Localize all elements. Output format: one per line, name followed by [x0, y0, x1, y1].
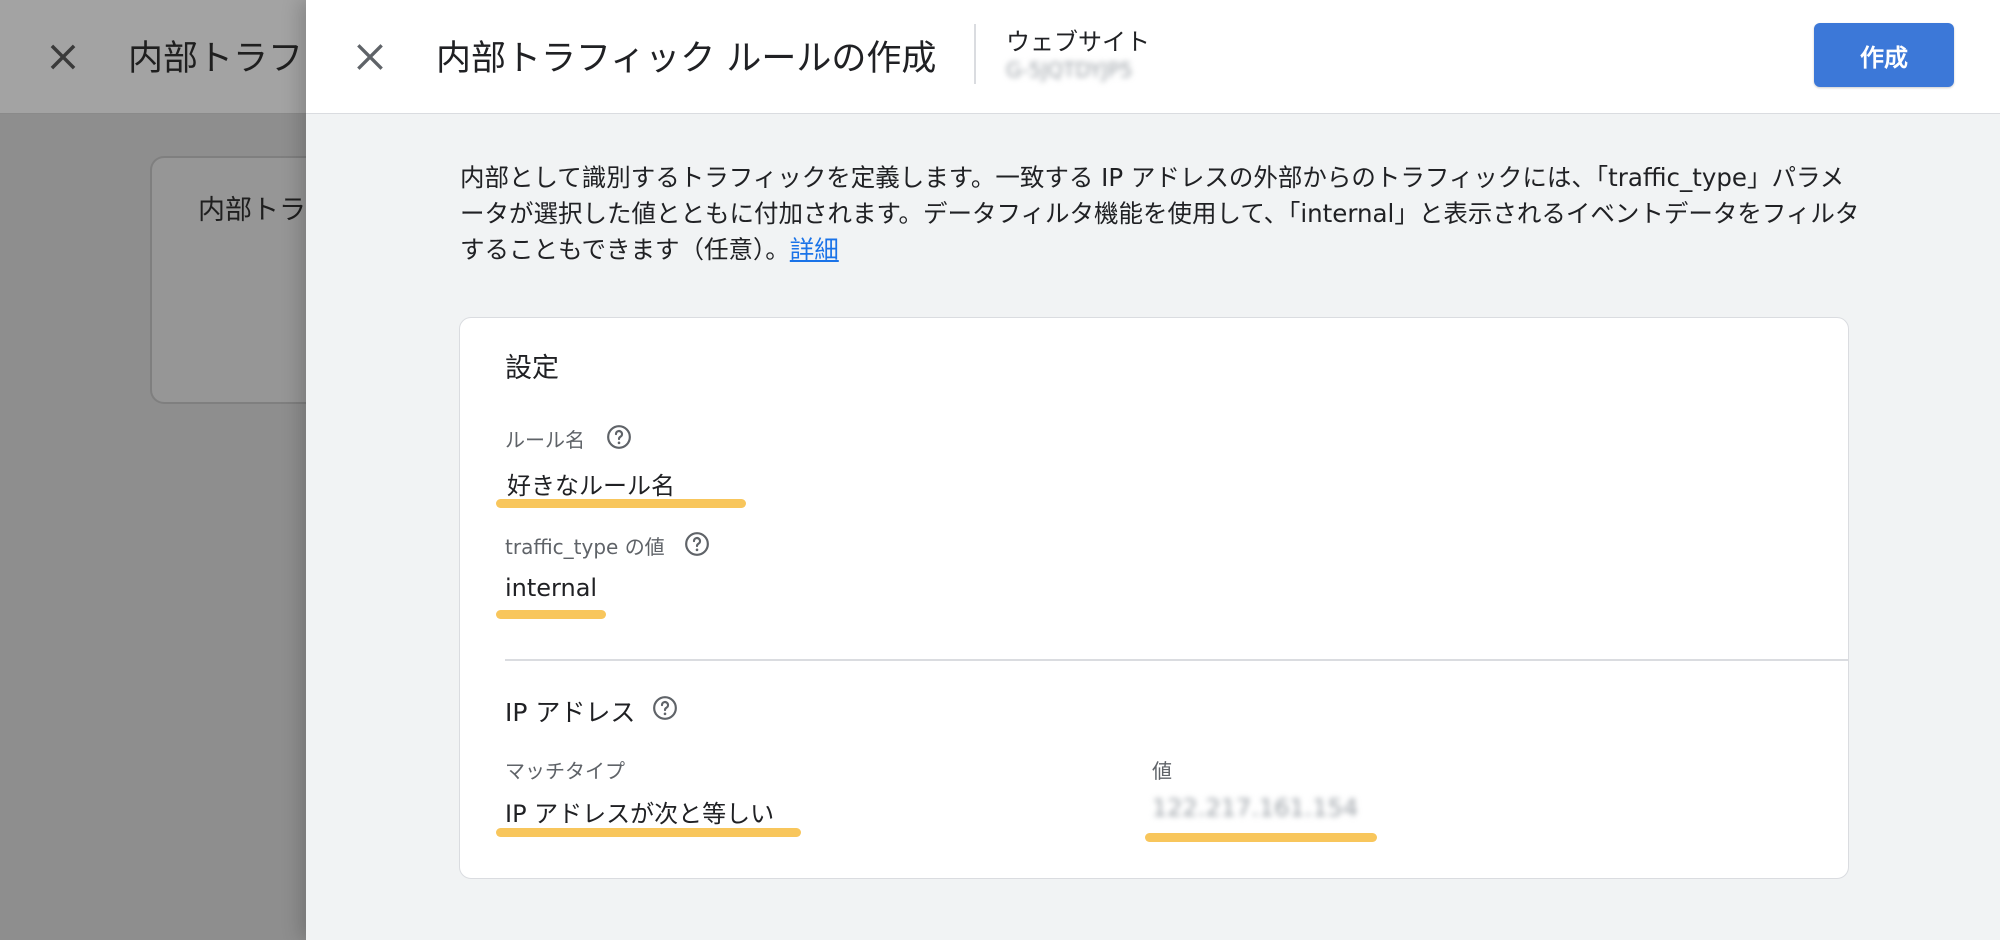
- section-divider: [505, 659, 1848, 661]
- description-text: 内部として識別するトラフィックを定義します。一致する IP アドレスの外部からの…: [460, 163, 1860, 264]
- settings-card: 設定 ルール名 好きなルール名 traffic_type の値 internal…: [459, 317, 1849, 879]
- help-icon[interactable]: [652, 695, 678, 721]
- rule-name-label: ルール名: [505, 428, 585, 452]
- ip-section-title: IP アドレス: [505, 698, 636, 727]
- close-icon[interactable]: [44, 38, 82, 76]
- background-card-title: 内部トラ: [198, 195, 306, 226]
- settings-section-title: 設定: [505, 353, 559, 384]
- match-type-label: マッチタイプ: [505, 759, 625, 783]
- drawer-title: 内部トラフィック ルールの作成: [436, 39, 937, 79]
- traffic-type-value[interactable]: internal: [505, 574, 597, 602]
- ip-value[interactable]: 122.217.161.154: [1152, 794, 1358, 822]
- highlight-mark: [496, 499, 746, 508]
- close-icon[interactable]: [350, 37, 390, 77]
- help-icon[interactable]: [606, 424, 632, 450]
- drawer-header: 内部トラフィック ルールの作成 ウェブサイト G-5JQTDYJP5 作成: [306, 0, 2000, 114]
- help-icon[interactable]: [684, 531, 710, 557]
- description: 内部として識別するトラフィックを定義します。一致する IP アドレスの外部からの…: [460, 160, 1860, 268]
- ip-value-label: 値: [1152, 759, 1172, 783]
- create-rule-drawer: 内部トラフィック ルールの作成 ウェブサイト G-5JQTDYJP5 作成 内部…: [306, 0, 2000, 940]
- background-page-title: 内部トラフ: [128, 39, 304, 79]
- highlight-mark: [1145, 833, 1377, 842]
- stream-label: ウェブサイト: [1006, 28, 1150, 56]
- rule-name-value[interactable]: 好きなルール名: [507, 466, 675, 501]
- highlight-mark: [496, 828, 801, 837]
- match-type-value[interactable]: IP アドレスが次と等しい: [505, 794, 774, 829]
- traffic-type-label: traffic_type の値: [505, 535, 665, 559]
- learn-more-link[interactable]: 詳細: [790, 235, 839, 264]
- highlight-mark: [496, 610, 606, 619]
- stream-id: G-5JQTDYJP5: [1006, 58, 1133, 82]
- header-divider: [974, 24, 976, 84]
- create-button[interactable]: 作成: [1814, 23, 1954, 87]
